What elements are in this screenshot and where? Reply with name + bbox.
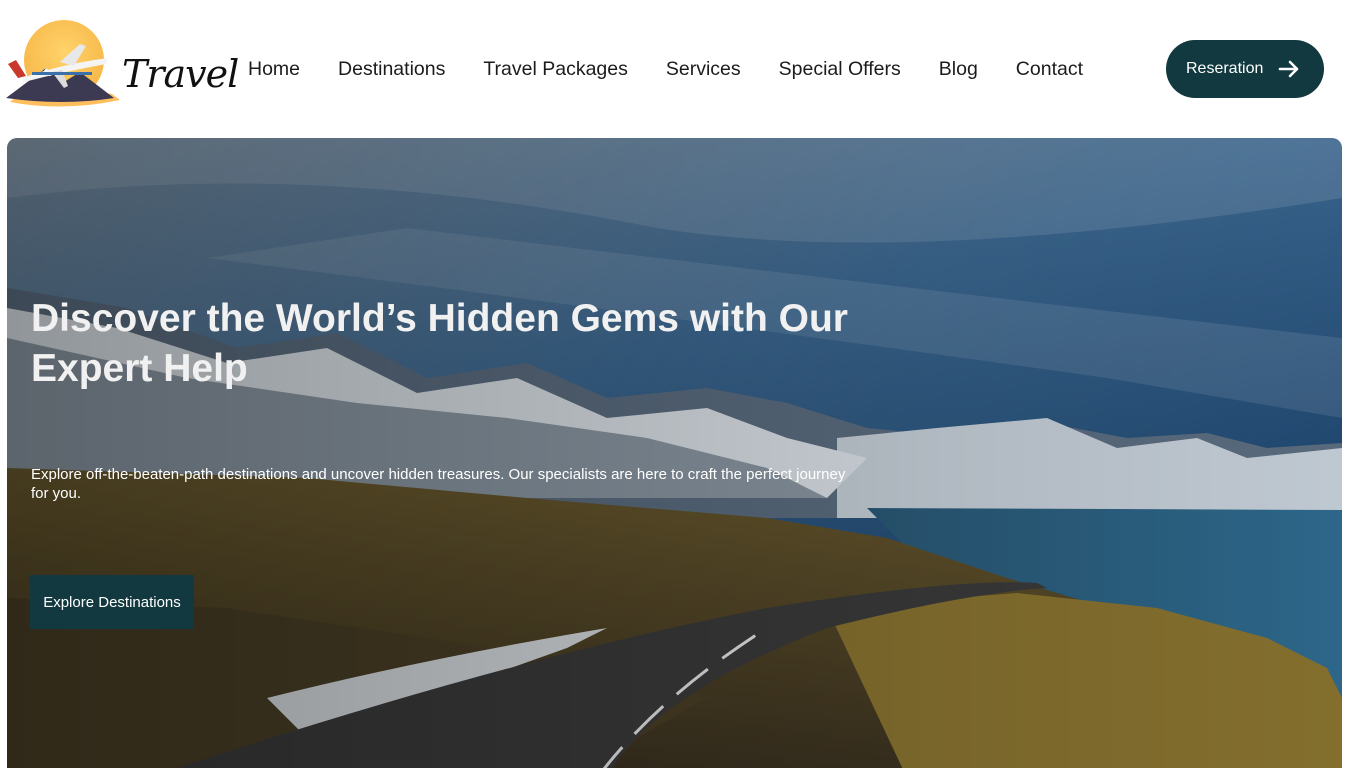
nav-item-contact[interactable]: Contact [1016,56,1083,82]
hero-section: Discover the World’s Hidden Gems with Ou… [7,138,1342,768]
site-header: Travel Home Destinations Travel Packages… [0,0,1346,138]
main-nav: Home Destinations Travel Packages Servic… [248,56,1121,82]
brand-name: Travel [122,52,239,96]
explore-destinations-button[interactable]: Explore Destinations [30,575,194,629]
nav-item-destinations[interactable]: Destinations [338,56,445,82]
nav-item-blog[interactable]: Blog [939,56,978,82]
nav-item-services[interactable]: Services [666,56,741,82]
hero-subtitle: Explore off-the-beaten-path destinations… [31,466,846,502]
reservation-button-label: Reseration [1186,60,1264,77]
hero-title: Discover the World’s Hidden Gems with Ou… [31,297,848,390]
arrow-right-icon [1278,60,1299,78]
reservation-button[interactable]: Reseration [1166,40,1324,98]
nav-item-travel-packages[interactable]: Travel Packages [483,56,628,82]
airplane-logo-icon [6,20,120,107]
nav-item-special-offers[interactable]: Special Offers [779,56,901,82]
nav-item-home[interactable]: Home [248,56,300,82]
logo[interactable]: Travel [2,16,239,116]
hero-landscape-image [7,138,1342,768]
